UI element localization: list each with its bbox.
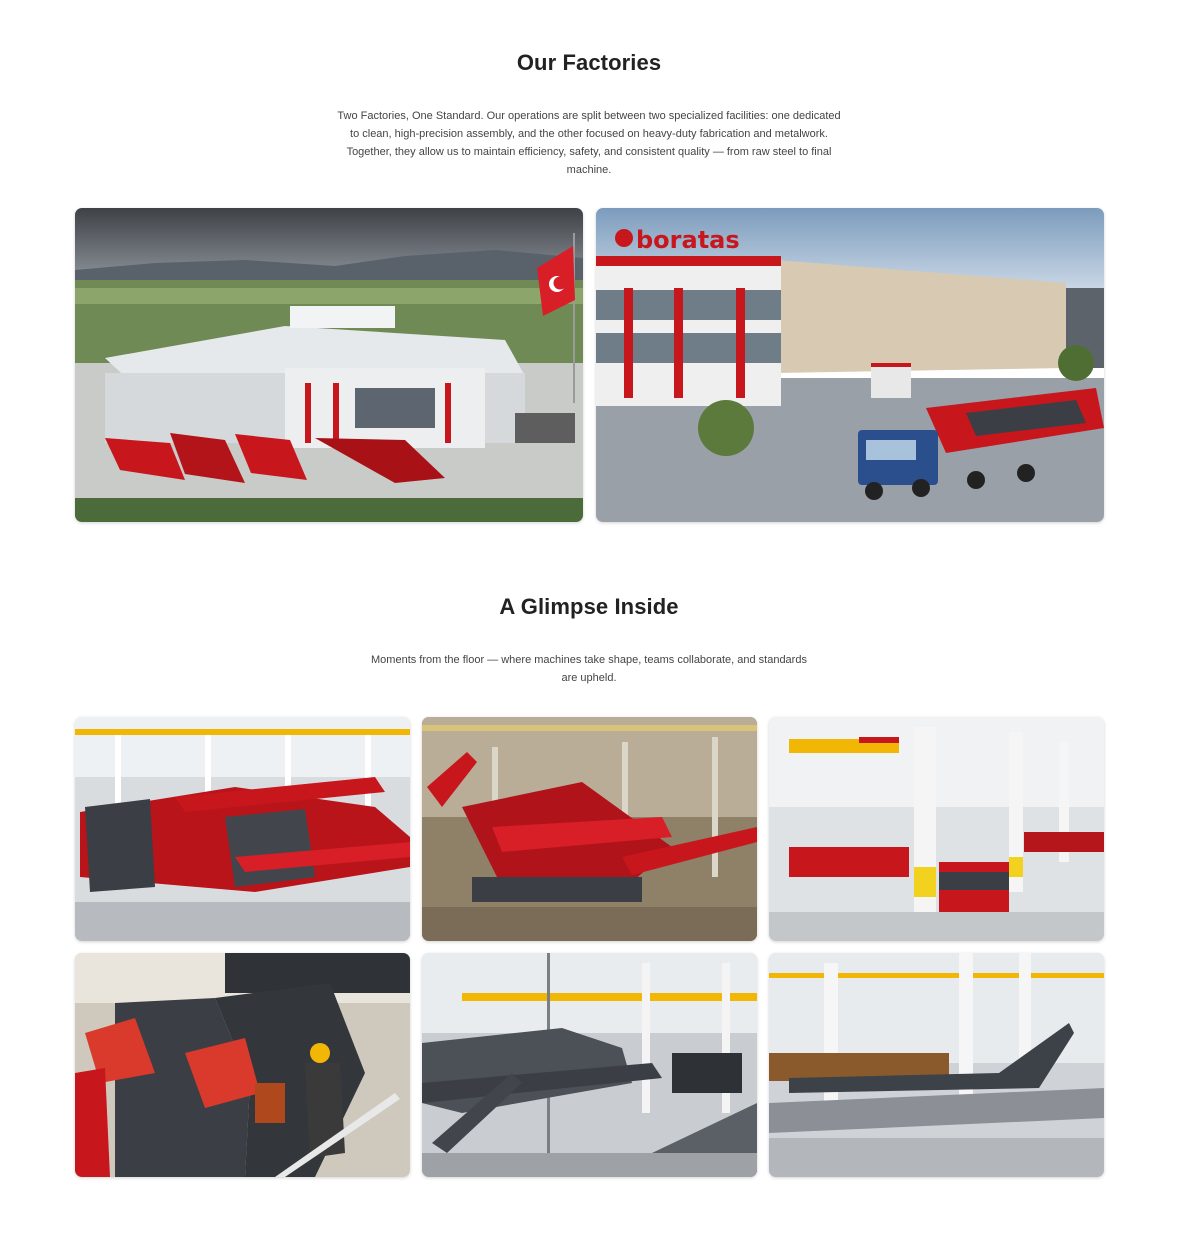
glimpse-description: Moments from the floor — where machines … bbox=[371, 654, 807, 684]
factory-photo-aerial bbox=[75, 208, 583, 522]
gallery-photo-2 bbox=[422, 717, 757, 941]
factory-sign-boratas: boratas bbox=[636, 226, 740, 254]
gallery-photo-3 bbox=[769, 717, 1104, 941]
gallery-photo-5 bbox=[422, 953, 757, 1177]
gallery-photo-1 bbox=[75, 717, 410, 941]
gallery-photo-4 bbox=[75, 953, 410, 1177]
factories-description: Two Factories, One Standard. Our operati… bbox=[337, 110, 841, 176]
glimpse-title: A Glimpse Inside bbox=[499, 594, 679, 619]
gallery-photo-6 bbox=[769, 953, 1104, 1177]
factories-title: Our Factories bbox=[516, 50, 662, 75]
factory-photo-front: boratas bbox=[596, 208, 1104, 522]
